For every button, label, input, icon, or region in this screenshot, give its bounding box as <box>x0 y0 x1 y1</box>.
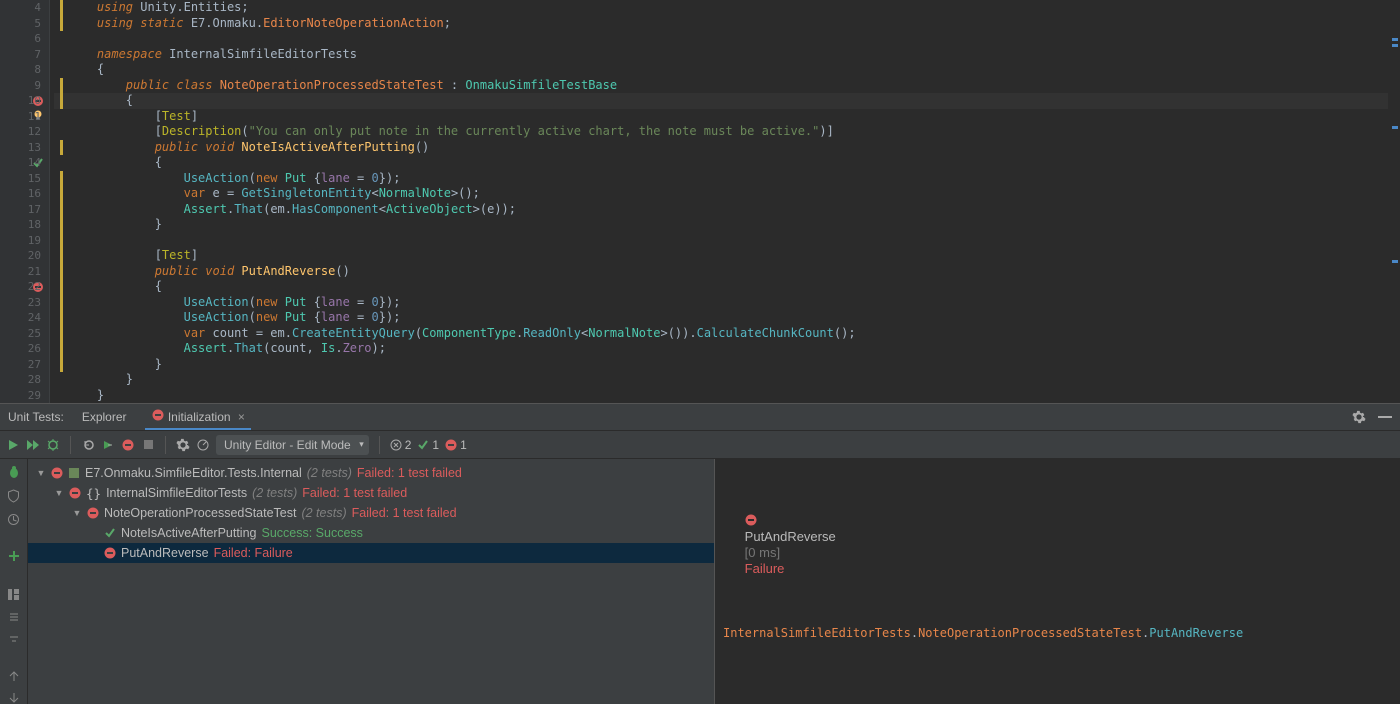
debug-icon[interactable] <box>46 438 60 452</box>
tree-row-namespace[interactable]: ▼ {} InternalSimfileEditorTests (2 tests… <box>28 483 714 503</box>
line-gutter: 4567891011121314151617181920212223242526… <box>0 0 50 403</box>
down-arrow-icon[interactable] <box>7 692 21 704</box>
tab-initialization[interactable]: Initialization × <box>145 404 251 430</box>
minimap[interactable] <box>1388 0 1400 403</box>
stop-fail-icon[interactable] <box>121 438 135 452</box>
test-panel-body: ▼ E7.Onmaku.SimfileEditor.Tests.Internal… <box>0 459 1400 704</box>
panel-label: Unit Tests: <box>8 410 64 424</box>
expand-icon[interactable] <box>7 611 21 623</box>
layout-icon[interactable] <box>7 588 21 601</box>
gear-icon[interactable] <box>1352 410 1366 424</box>
tree-row-class[interactable]: ▼ NoteOperationProcessedStateTest (2 tes… <box>28 503 714 523</box>
test-tree[interactable]: ▼ E7.Onmaku.SimfileEditor.Tests.Internal… <box>28 459 714 704</box>
coverage-icon[interactable] <box>196 438 210 452</box>
tree-row-test-pass[interactable]: NoteIsActiveAfterPutting Success: Succes… <box>28 523 714 543</box>
close-icon[interactable]: × <box>238 410 245 424</box>
rerun-icon[interactable] <box>81 438 95 452</box>
run-all-icon[interactable] <box>26 438 40 452</box>
shield-icon[interactable] <box>7 489 21 503</box>
test-toolbar: Unity Editor - Edit Mode 2 1 1 <box>0 431 1400 459</box>
settings-icon[interactable] <box>176 438 190 452</box>
add-icon[interactable] <box>7 550 21 562</box>
up-arrow-icon[interactable] <box>7 670 21 682</box>
test-side-toolbar <box>0 459 28 704</box>
code-editor[interactable]: 4567891011121314151617181920212223242526… <box>0 0 1400 403</box>
failed-count[interactable]: 1 <box>445 438 467 452</box>
test-detail[interactable]: PutAndReverse [0 ms] Failure InternalSim… <box>714 459 1400 704</box>
code-body[interactable]: using Unity.Entities; using static E7.On… <box>50 0 1400 403</box>
tree-row-assembly[interactable]: ▼ E7.Onmaku.SimfileEditor.Tests.Internal… <box>28 463 714 483</box>
tool-window-tabs: Unit Tests: Explorer Initialization × <box>0 403 1400 431</box>
run-icon[interactable] <box>6 438 20 452</box>
assembly-icon <box>68 467 80 479</box>
collapse-icon[interactable] <box>7 633 21 645</box>
runner-dropdown[interactable]: Unity Editor - Edit Mode <box>216 435 369 455</box>
rerun-failed-icon[interactable] <box>101 438 115 452</box>
detail-title: PutAndReverse [0 ms] Failure <box>723 497 1392 593</box>
minimize-icon[interactable] <box>1378 410 1392 424</box>
stop-icon[interactable] <box>141 438 155 452</box>
broken-count[interactable]: 2 <box>390 438 412 452</box>
history-icon[interactable] <box>7 513 21 526</box>
passed-count[interactable]: 1 <box>417 438 439 452</box>
bug-icon[interactable] <box>7 465 21 479</box>
tree-row-test-fail[interactable]: PutAndReverse Failed: Failure <box>28 543 714 563</box>
fail-circle-icon <box>151 408 165 422</box>
tab-explorer[interactable]: Explorer <box>76 406 133 428</box>
